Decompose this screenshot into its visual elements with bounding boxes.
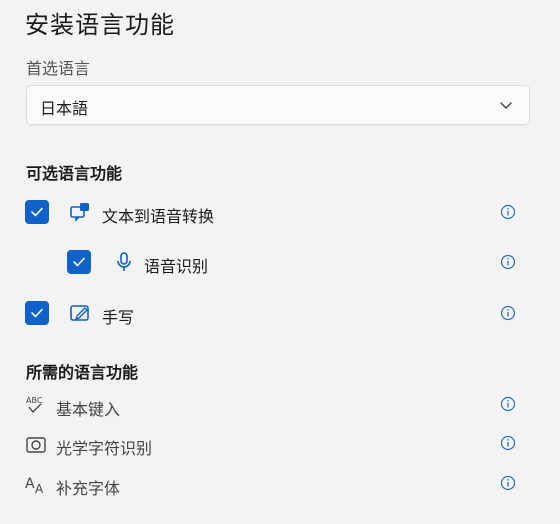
svg-text:A: A <box>25 476 35 492</box>
info-icon[interactable] <box>500 204 516 220</box>
info-icon[interactable] <box>500 254 516 270</box>
info-icon[interactable] <box>500 305 516 321</box>
info-icon[interactable] <box>500 475 516 491</box>
required-features-heading: 所需的语言功能 <box>26 363 139 382</box>
ocr-icon <box>26 437 46 453</box>
checkmark-icon <box>31 207 43 217</box>
optional-features-heading: 可选语言功能 <box>26 164 123 183</box>
text-to-speech-icon <box>70 203 89 222</box>
microphone-icon <box>117 252 131 271</box>
pen-tablet-icon <box>70 305 89 321</box>
info-icon[interactable] <box>500 396 516 412</box>
preferred-language-label: 首选语言 <box>26 59 91 78</box>
handwriting-label: 手写 <box>102 308 135 327</box>
info-icon[interactable] <box>500 435 516 451</box>
spell-check-icon: ABC <box>26 396 43 414</box>
checkmark-icon <box>31 308 43 318</box>
chevron-down-icon <box>500 102 512 109</box>
text-to-speech-label: 文本到语音转换 <box>102 207 215 226</box>
svg-text:ABC: ABC <box>26 396 43 405</box>
speech-recognition-checkbox[interactable] <box>67 250 91 274</box>
svg-text:A: A <box>35 482 44 496</box>
ocr-label: 光学字符识别 <box>56 439 153 458</box>
basic-typing-label: 基本键入 <box>56 400 121 419</box>
speech-recognition-label: 语音识别 <box>144 257 209 276</box>
handwriting-checkbox[interactable] <box>25 301 49 325</box>
preferred-language-dropdown[interactable]: 日本語 <box>26 85 530 125</box>
font-icon: A A <box>25 476 44 496</box>
selected-language: 日本語 <box>40 99 89 118</box>
page-title: 安装语言功能 <box>25 11 175 39</box>
checkmark-icon <box>73 257 85 267</box>
text-to-speech-checkbox[interactable] <box>25 200 49 224</box>
supplemental-fonts-label: 补充字体 <box>56 479 121 498</box>
